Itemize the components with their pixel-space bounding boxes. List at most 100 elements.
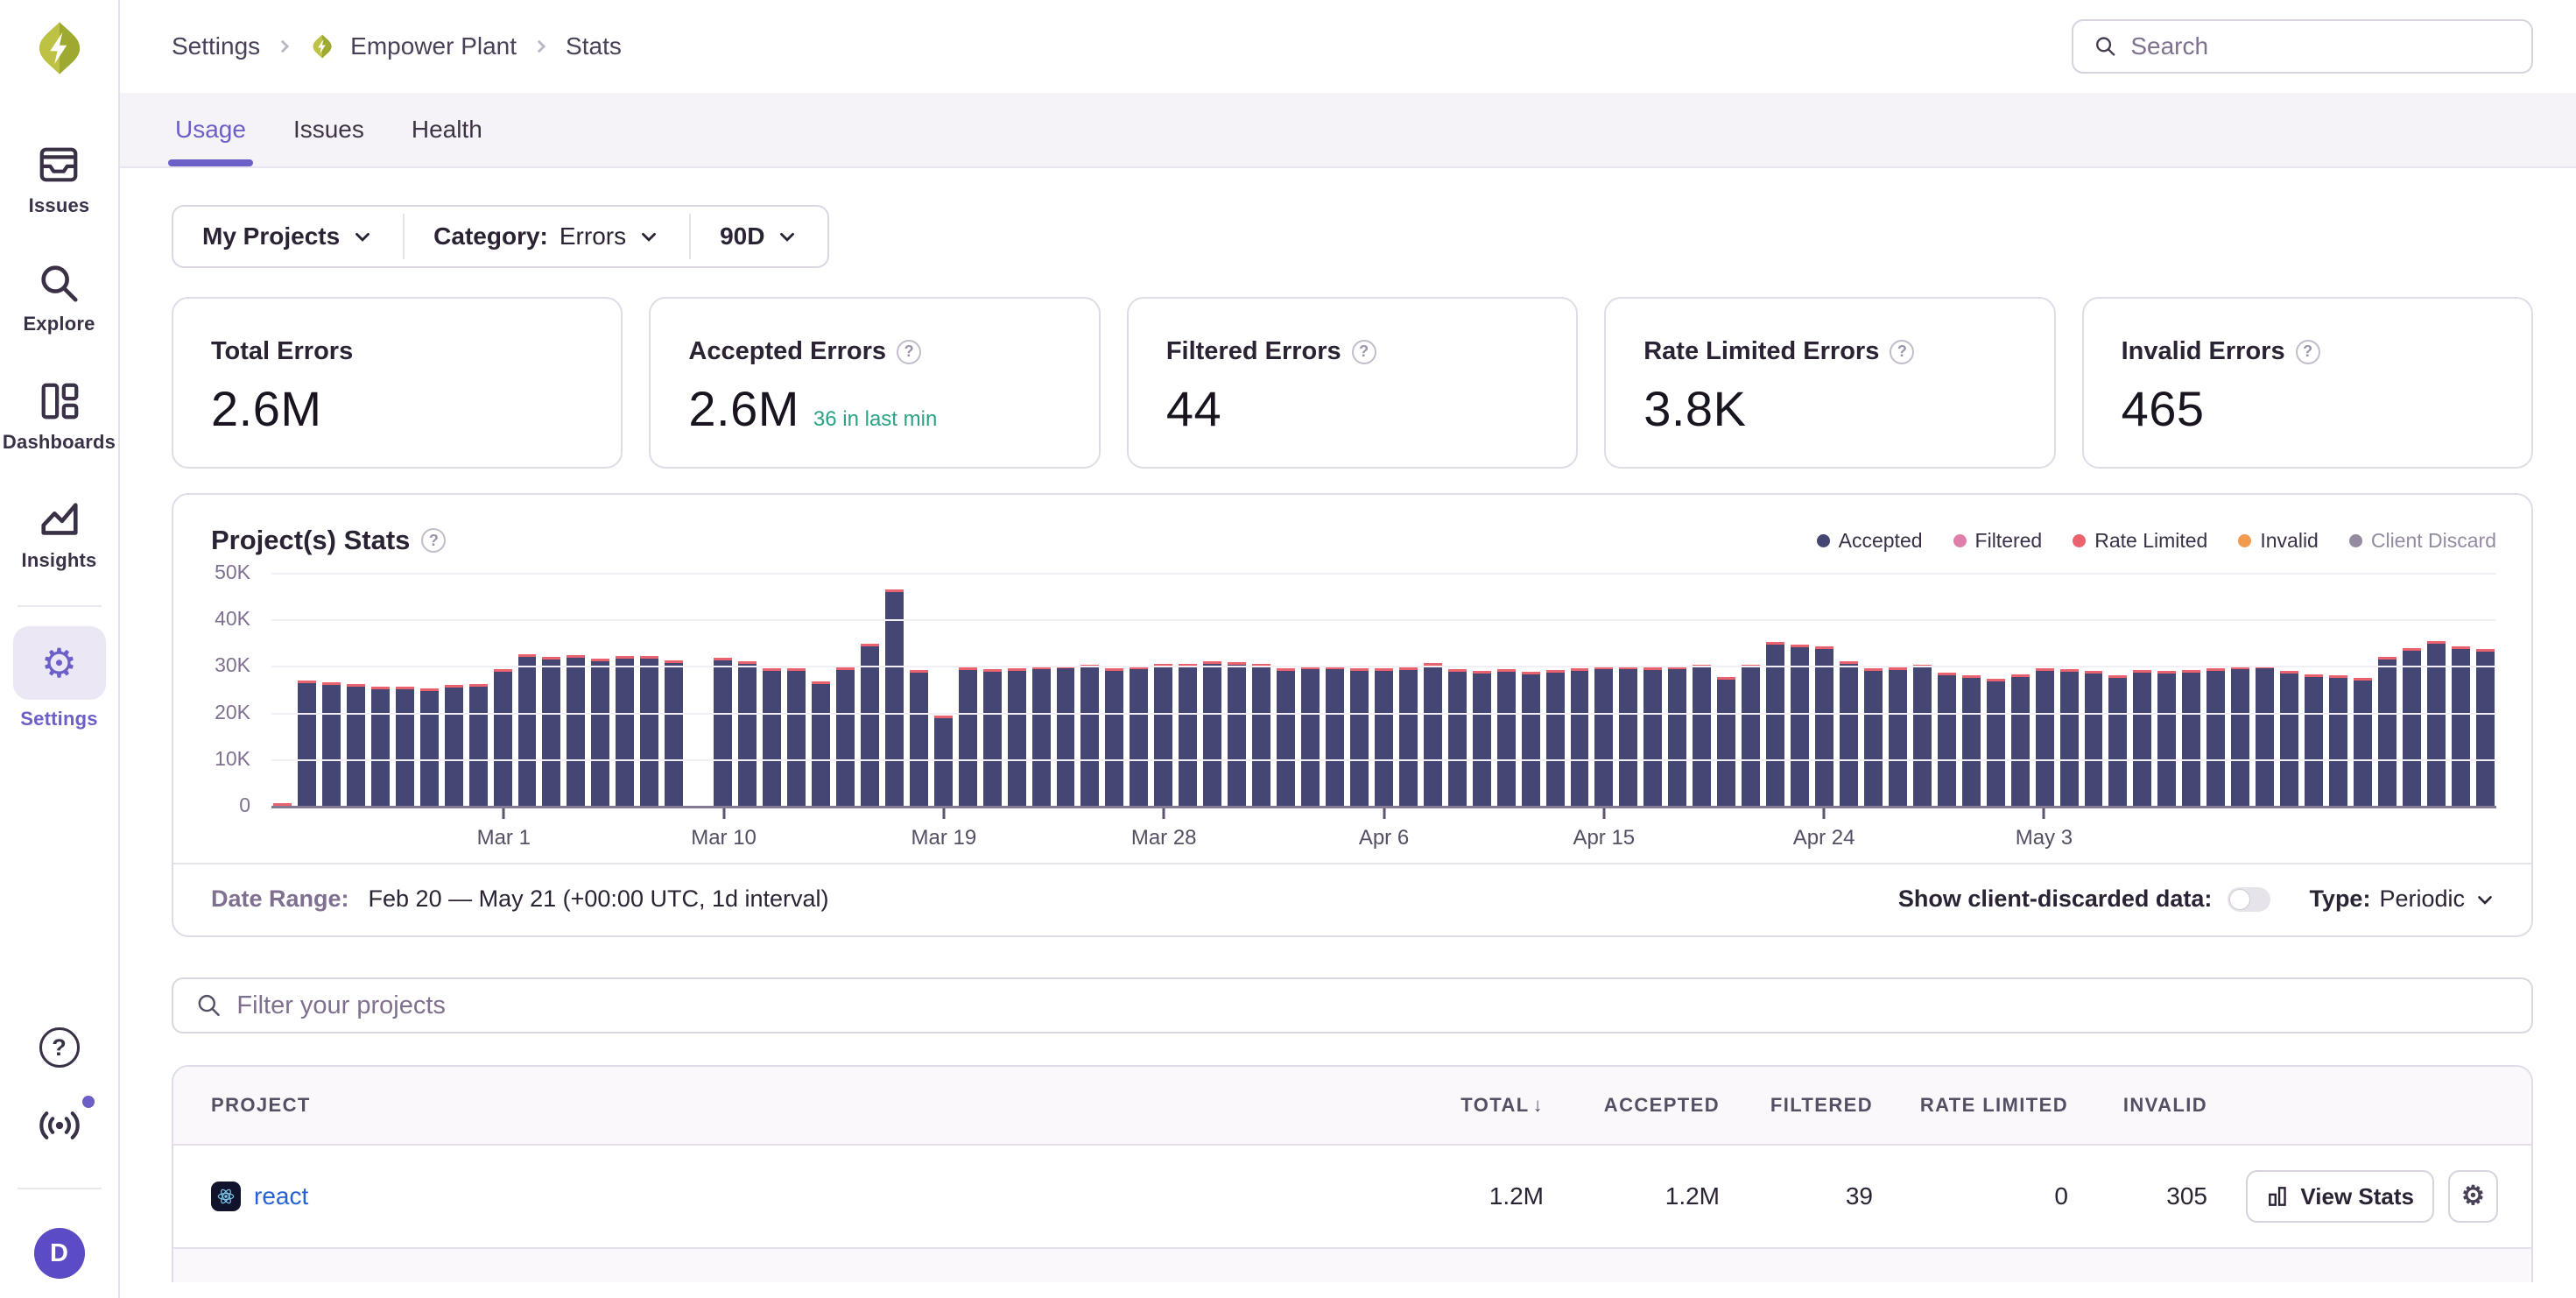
sentry-logo-icon[interactable] bbox=[31, 19, 88, 81]
bar-day-20[interactable] bbox=[763, 668, 781, 807]
bar-day-50[interactable] bbox=[1497, 669, 1516, 807]
bar-day-3[interactable] bbox=[347, 684, 365, 807]
bar-day-81[interactable] bbox=[2256, 666, 2274, 807]
bar-day-40[interactable] bbox=[1252, 664, 1270, 807]
col-header-filtered[interactable]: FILTERED bbox=[1720, 1094, 1873, 1117]
bar-day-38[interactable] bbox=[1203, 661, 1221, 807]
broadcasts-button[interactable] bbox=[37, 1106, 82, 1149]
bar-day-8[interactable] bbox=[469, 684, 488, 807]
bar-day-10[interactable] bbox=[518, 654, 537, 807]
col-header-accepted[interactable]: ACCEPTED bbox=[1544, 1094, 1720, 1117]
bar-day-21[interactable] bbox=[787, 668, 806, 807]
sidebar-item-settings[interactable]: ⚙ Settings bbox=[13, 626, 106, 730]
user-avatar[interactable]: D bbox=[34, 1228, 85, 1279]
sidebar-item-issues[interactable]: Issues bbox=[29, 143, 90, 217]
bar-day-52[interactable] bbox=[1546, 670, 1565, 807]
bar-day-83[interactable] bbox=[2305, 674, 2323, 807]
project-filter-box[interactable] bbox=[172, 977, 2533, 1033]
bar-day-1[interactable] bbox=[298, 681, 316, 808]
project-settings-button[interactable]: ⚙ bbox=[2448, 1170, 2498, 1223]
project-filter-input[interactable] bbox=[236, 991, 2509, 1020]
bar-day-37[interactable] bbox=[1179, 664, 1197, 807]
bar-day-31[interactable] bbox=[1032, 667, 1051, 807]
bar-day-12[interactable] bbox=[567, 655, 585, 807]
bar-day-18[interactable] bbox=[714, 658, 732, 807]
bar-day-24[interactable] bbox=[861, 644, 879, 807]
bar-day-48[interactable] bbox=[1448, 669, 1467, 807]
help-tooltip-icon[interactable]: ? bbox=[421, 528, 446, 553]
bar-day-47[interactable] bbox=[1424, 663, 1442, 807]
bar-day-5[interactable] bbox=[396, 687, 414, 807]
bar-day-86[interactable] bbox=[2378, 657, 2397, 807]
help-tooltip-icon[interactable]: ? bbox=[897, 340, 921, 364]
bar-day-2[interactable] bbox=[322, 682, 341, 807]
bar-day-76[interactable] bbox=[2133, 670, 2151, 807]
bar-day-71[interactable] bbox=[2011, 674, 2030, 807]
legend-item-client-discard[interactable]: Client Discard bbox=[2349, 529, 2496, 553]
bar-day-89[interactable] bbox=[2452, 646, 2470, 807]
bar-day-54[interactable] bbox=[1594, 667, 1613, 807]
bar-day-51[interactable] bbox=[1522, 672, 1540, 807]
bar-day-66[interactable] bbox=[1889, 667, 1907, 807]
bar-day-23[interactable] bbox=[836, 667, 855, 807]
legend-item-accepted[interactable]: Accepted bbox=[1817, 529, 1923, 553]
help-tooltip-icon[interactable]: ? bbox=[1890, 340, 1914, 364]
period-dropdown[interactable]: 90D bbox=[691, 207, 827, 266]
bar-day-79[interactable] bbox=[2206, 668, 2225, 807]
bar-day-59[interactable] bbox=[1717, 677, 1735, 807]
bar-day-62[interactable] bbox=[1791, 645, 1809, 807]
tab-health[interactable]: Health bbox=[408, 93, 486, 166]
bar-day-7[interactable] bbox=[445, 685, 463, 807]
search-input[interactable] bbox=[2130, 32, 2511, 60]
bar-day-30[interactable] bbox=[1008, 668, 1026, 807]
bar-day-11[interactable] bbox=[542, 657, 560, 807]
help-icon[interactable]: ? bbox=[39, 1027, 80, 1068]
help-tooltip-icon[interactable]: ? bbox=[2296, 340, 2320, 364]
bar-day-57[interactable] bbox=[1668, 667, 1686, 807]
bar-day-33[interactable] bbox=[1080, 665, 1099, 807]
bar-day-67[interactable] bbox=[1913, 665, 1932, 807]
client-discard-toggle[interactable] bbox=[2228, 887, 2270, 912]
bar-day-69[interactable] bbox=[1962, 675, 1981, 807]
bar-day-41[interactable] bbox=[1277, 668, 1295, 807]
project-link[interactable]: react bbox=[254, 1182, 308, 1210]
bar-day-87[interactable] bbox=[2403, 648, 2421, 807]
type-dropdown[interactable]: Type: Periodic bbox=[2309, 885, 2496, 913]
bar-day-65[interactable] bbox=[1864, 668, 1883, 807]
bar-day-15[interactable] bbox=[640, 656, 658, 807]
bar-day-4[interactable] bbox=[371, 687, 390, 807]
bar-day-78[interactable] bbox=[2182, 670, 2200, 807]
bar-day-58[interactable] bbox=[1693, 665, 1711, 807]
bar-day-75[interactable] bbox=[2108, 675, 2127, 807]
sidebar-item-explore[interactable]: Explore bbox=[23, 261, 95, 335]
bar-day-63[interactable] bbox=[1815, 646, 1833, 807]
bar-day-39[interactable] bbox=[1228, 662, 1246, 807]
projects-filter-dropdown[interactable]: My Projects bbox=[173, 207, 403, 266]
bar-day-90[interactable] bbox=[2476, 649, 2495, 807]
bar-day-29[interactable] bbox=[983, 669, 1002, 807]
bar-day-36[interactable] bbox=[1154, 664, 1172, 807]
bar-day-84[interactable] bbox=[2329, 675, 2347, 807]
bar-day-28[interactable] bbox=[959, 667, 977, 807]
bar-day-44[interactable] bbox=[1350, 668, 1369, 807]
col-header-invalid[interactable]: INVALID bbox=[2068, 1094, 2207, 1117]
bar-day-14[interactable] bbox=[616, 656, 634, 807]
help-tooltip-icon[interactable]: ? bbox=[1352, 340, 1376, 364]
breadcrumb-org[interactable]: Empower Plant bbox=[350, 32, 517, 60]
bar-day-80[interactable] bbox=[2231, 667, 2249, 807]
bar-day-68[interactable] bbox=[1938, 673, 1956, 807]
bar-day-26[interactable] bbox=[910, 670, 928, 807]
bar-day-42[interactable] bbox=[1301, 667, 1320, 807]
bar-day-13[interactable] bbox=[591, 659, 609, 807]
bar-day-74[interactable] bbox=[2085, 671, 2103, 807]
global-search[interactable] bbox=[2072, 19, 2533, 74]
bar-day-25[interactable] bbox=[885, 589, 904, 807]
bar-day-70[interactable] bbox=[1987, 679, 2005, 807]
tab-issues[interactable]: Issues bbox=[290, 93, 368, 166]
bar-day-34[interactable] bbox=[1105, 668, 1123, 807]
bar-day-56[interactable] bbox=[1643, 667, 1662, 807]
bar-day-49[interactable] bbox=[1473, 671, 1491, 807]
bar-day-16[interactable] bbox=[665, 660, 683, 807]
bar-day-35[interactable] bbox=[1130, 667, 1148, 807]
category-dropdown[interactable]: Category: Errors bbox=[405, 207, 689, 266]
